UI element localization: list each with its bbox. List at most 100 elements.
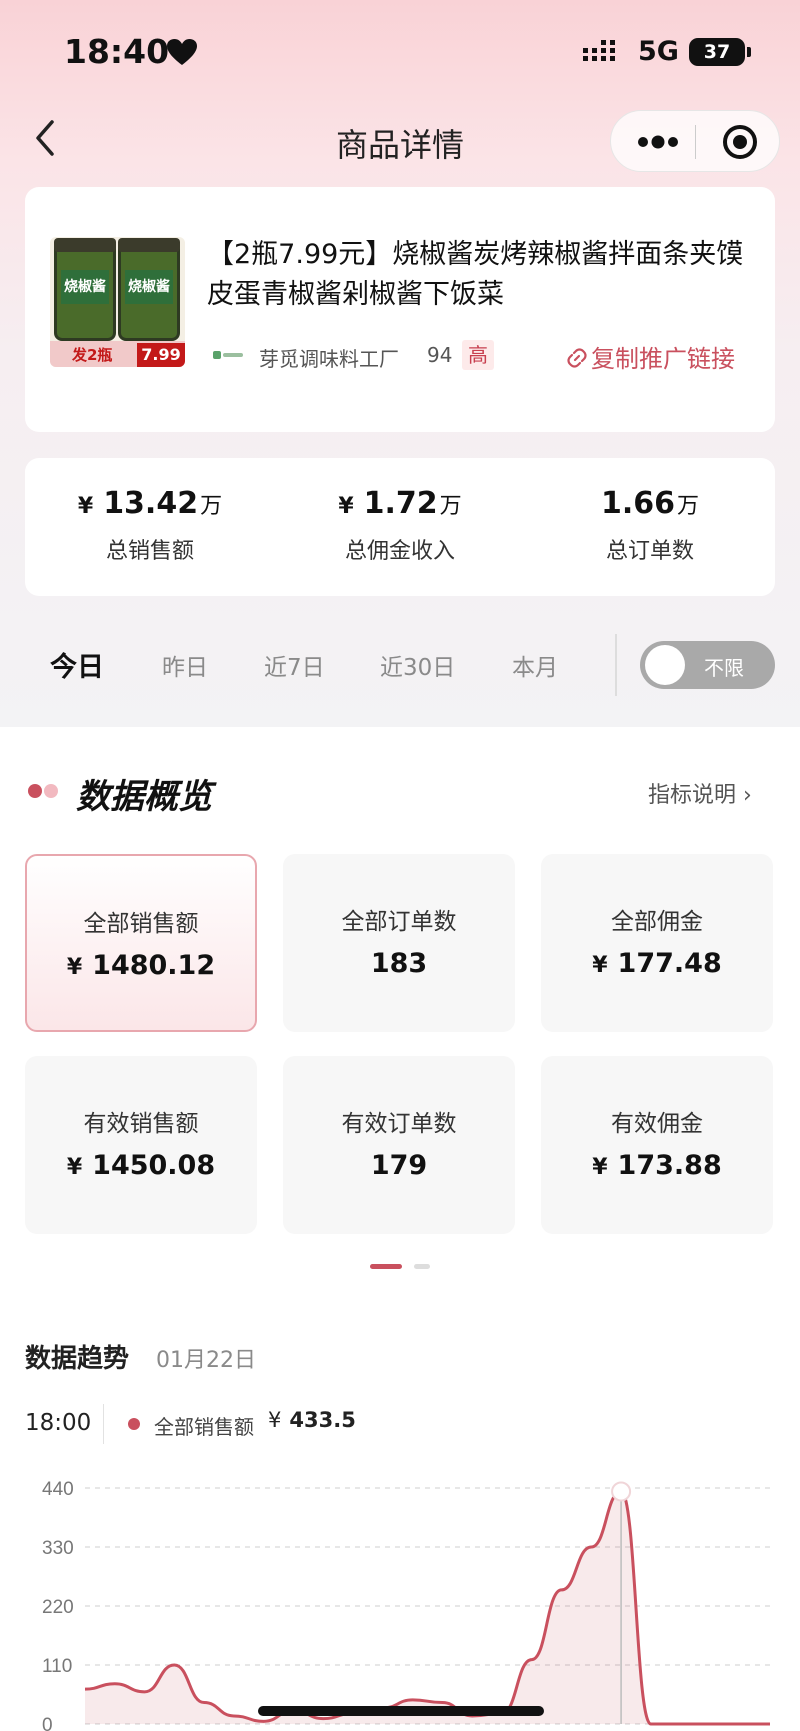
status-time: 18:40 <box>64 32 170 71</box>
metric-help-link[interactable]: 指标说明 › <box>648 777 752 809</box>
pager-dot-active[interactable] <box>370 1264 402 1269</box>
product-title: 【2瓶7.99元】烧椒酱炭烤辣椒酱拌面条夹馍皮蛋青椒酱剁椒酱下饭菜 <box>207 239 744 310</box>
tab-this-month[interactable]: 本月 <box>512 648 558 682</box>
score-level-badge: 高 <box>462 340 494 370</box>
tooltip-divider <box>103 1404 104 1444</box>
metric-value: 173.88 <box>617 1150 722 1181</box>
currency-symbol: ¥ <box>66 1155 83 1180</box>
metric-value: 179 <box>370 1150 428 1181</box>
close-target-icon[interactable] <box>721 123 759 161</box>
data-point[interactable] <box>708 1722 712 1726</box>
promo-label: 发2瓶 <box>72 346 113 364</box>
total-value: 1.72 <box>363 486 438 521</box>
currency-symbol: ¥ <box>592 953 608 978</box>
metric-label: 全部佣金 <box>611 909 703 935</box>
trend-chart[interactable]: 0 110 220 330 440 <box>0 1460 800 1731</box>
metric-card-valid-commission[interactable]: 有效佣金 ¥173.88 <box>541 1056 773 1234</box>
data-point[interactable] <box>530 1658 534 1662</box>
network-type: 5G <box>638 36 679 67</box>
data-point[interactable] <box>321 1717 325 1721</box>
tooltip-value: ¥433.5 <box>268 1408 356 1432</box>
jar-illustration: 烧椒酱 <box>54 238 116 341</box>
data-point[interactable] <box>143 1690 147 1694</box>
more-options-icon[interactable] <box>635 132 681 152</box>
metric-value: 177.48 <box>617 948 722 979</box>
metric-card-valid-sales[interactable]: 有效销售额 ¥1450.08 <box>25 1056 257 1234</box>
data-point[interactable] <box>738 1722 742 1726</box>
unlimited-toggle[interactable]: 不限 <box>640 641 775 689</box>
copy-link-label: 复制推广链接 <box>591 345 735 373</box>
total-unit: 万 <box>677 494 700 519</box>
tooltip-time: 18:00 <box>25 1410 92 1436</box>
currency-symbol: ¥ <box>592 1155 608 1180</box>
metric-value: 1450.08 <box>92 1150 216 1181</box>
data-point[interactable] <box>172 1663 176 1667</box>
data-point[interactable] <box>589 1545 593 1549</box>
total-value: 1.66 <box>600 486 675 521</box>
data-point[interactable] <box>232 1714 236 1718</box>
metric-card-total-sales[interactable]: 全部销售额 ¥1480.12 <box>25 854 257 1032</box>
data-point[interactable] <box>113 1682 117 1686</box>
heart-icon <box>167 39 197 65</box>
overview-title: 数据概览 <box>76 777 212 817</box>
battery-cap <box>747 47 751 57</box>
total-orders: 1.66万 总订单数 <box>525 486 775 565</box>
currency-symbol: ¥ <box>66 955 83 980</box>
capsule-divider <box>695 125 696 159</box>
y-tick-label: 0 <box>42 1715 53 1731</box>
total-label: 总佣金收入 <box>344 539 455 564</box>
data-point[interactable] <box>560 1588 564 1592</box>
battery-icon: 37 <box>689 38 745 66</box>
product-card[interactable]: 烧椒酱 烧椒酱 发2瓶 7.99 【2瓶7.99元】烧椒酱炭烤辣椒酱拌面条夹馍皮… <box>25 187 775 432</box>
data-point[interactable] <box>768 1722 772 1726</box>
home-indicator <box>258 1706 544 1716</box>
y-tick-label: 110 <box>42 1656 72 1677</box>
metric-label: 有效佣金 <box>611 1111 703 1137</box>
metric-label: 全部销售额 <box>83 911 199 937</box>
pager-dot[interactable] <box>414 1264 430 1269</box>
data-point[interactable] <box>83 1687 87 1691</box>
metric-card-valid-orders[interactable]: 有效订单数 179 <box>283 1056 515 1234</box>
total-sales: ¥13.42万 总销售额 <box>25 486 275 565</box>
trend-date: 01月22日 <box>156 1348 256 1373</box>
data-point[interactable] <box>649 1722 653 1726</box>
data-point[interactable] <box>411 1698 415 1702</box>
metric-label: 有效订单数 <box>341 1111 457 1137</box>
data-point[interactable] <box>262 1719 266 1723</box>
metric-label: 有效销售额 <box>83 1111 199 1137</box>
tooltip-series-name: 全部销售额 <box>154 1415 254 1439</box>
section-dots-icon <box>28 784 58 798</box>
navigation-bar: 商品详情 <box>0 100 800 180</box>
tab-last-30-days[interactable]: 近30日 <box>380 648 455 682</box>
jar-illustration: 烧椒酱 <box>118 238 180 341</box>
mini-program-capsule <box>610 110 780 172</box>
toggle-label: 不限 <box>704 656 744 680</box>
product-image[interactable]: 烧椒酱 烧椒酱 发2瓶 7.99 <box>50 237 185 367</box>
metric-label: 全部订单数 <box>341 909 457 935</box>
tab-yesterday[interactable]: 昨日 <box>162 648 208 682</box>
data-point[interactable] <box>440 1701 444 1705</box>
series-dot-icon <box>128 1418 140 1430</box>
total-value: 13.42 <box>103 486 199 521</box>
currency-symbol: ¥ <box>268 1408 282 1432</box>
copy-link-button[interactable]: 复制推广链接 <box>565 339 735 374</box>
total-unit: 万 <box>439 494 462 519</box>
tooltip-amount: 433.5 <box>289 1408 356 1432</box>
data-point[interactable] <box>202 1701 206 1705</box>
highlight-point[interactable] <box>611 1481 632 1502</box>
tab-last-7-days[interactable]: 近7日 <box>264 648 325 682</box>
toggle-knob <box>645 645 685 685</box>
totals-card: ¥13.42万 总销售额 ¥1.72万 总佣金收入 1.66万 总订单数 <box>25 458 775 596</box>
total-commission: ¥1.72万 总佣金收入 <box>275 486 525 565</box>
metric-card-total-orders[interactable]: 全部订单数 183 <box>283 854 515 1032</box>
shop-score: 94 <box>427 343 453 367</box>
signal-icon <box>583 40 615 61</box>
data-point[interactable] <box>679 1722 683 1726</box>
tab-today[interactable]: 今日 <box>50 645 104 684</box>
shop-name: 芽觅调味料工厂 <box>259 347 399 371</box>
total-label: 总销售额 <box>105 539 194 564</box>
chevron-right-icon: › <box>743 783 752 808</box>
metric-value: 183 <box>370 948 428 979</box>
total-label: 总订单数 <box>605 539 694 564</box>
metric-card-total-commission[interactable]: 全部佣金 ¥177.48 <box>541 854 773 1032</box>
